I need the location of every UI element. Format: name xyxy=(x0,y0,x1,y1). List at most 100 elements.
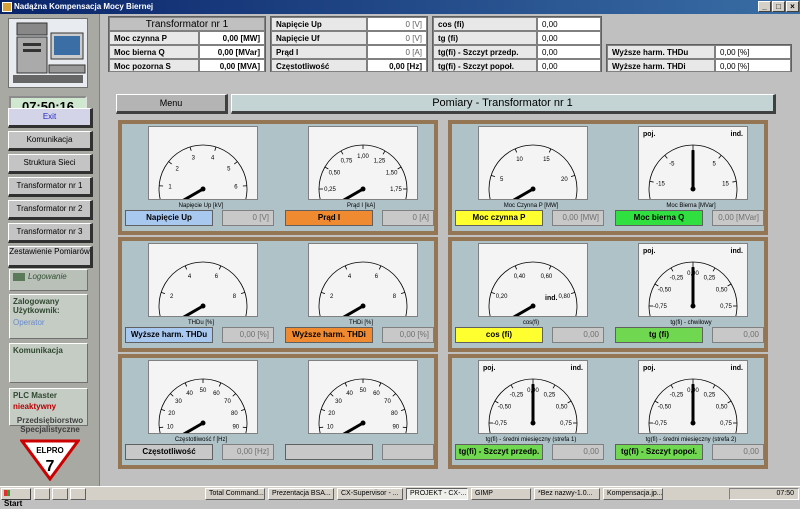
taskbar-item[interactable]: *Bez nazwy-1.0... xyxy=(534,488,600,500)
gauge-tick-label: 5 xyxy=(227,166,231,172)
gauge-tick xyxy=(321,292,325,293)
gauge-tick xyxy=(393,394,396,397)
nav-zestawienie-button[interactable]: Zestawienie Pomiarów xyxy=(8,246,93,268)
page-title: Pomiary - Transformator nr 1 xyxy=(231,94,776,114)
quicklaunch-icon[interactable] xyxy=(34,488,50,500)
gauge-caption: Napięcie Up [kV] xyxy=(123,203,279,209)
gauge-tick xyxy=(185,266,187,270)
gauge-tick-label: 40 xyxy=(346,391,353,397)
gauge-tick xyxy=(549,266,551,270)
gauge-label: cos (fi) xyxy=(455,327,543,343)
gauge-tick-label: -0,25 xyxy=(670,275,684,281)
gauge-value xyxy=(382,444,434,460)
gauge-tick xyxy=(379,266,381,270)
gauge-needle xyxy=(170,189,203,199)
gauge-tick xyxy=(161,409,165,410)
gauge-right-label: ind. xyxy=(731,131,743,138)
minimize-button[interactable]: _ xyxy=(758,1,771,12)
gauge-center-label: ind. xyxy=(545,295,557,302)
gauge-label: tg (fi) xyxy=(615,327,703,343)
gauge-caption: tg(fi) - chwilowy xyxy=(613,320,769,326)
gauge-tick-label: 0,75 xyxy=(560,421,572,427)
gauge-tick xyxy=(379,383,381,387)
gauge-needle xyxy=(170,423,203,433)
gauge-tick xyxy=(728,284,731,286)
maximize-button[interactable]: □ xyxy=(772,1,785,12)
gauge-tick xyxy=(219,383,221,387)
gauge-label: Moc bierna Q xyxy=(615,210,703,226)
gauge-tick xyxy=(383,151,385,154)
nav-struktura-button[interactable]: Struktura Sieci xyxy=(8,154,93,174)
gauge-tick-label: 15 xyxy=(543,157,550,163)
gauge-tick xyxy=(345,266,347,270)
gauge-tick-label: 0,50 xyxy=(329,171,341,177)
gauge-needle xyxy=(170,306,203,316)
gauge-tick xyxy=(495,401,498,403)
gauge-tick-label: 0,25 xyxy=(324,187,336,193)
login-button[interactable]: Logowanie xyxy=(9,269,88,291)
quicklaunch-icon[interactable] xyxy=(70,488,86,500)
gauge-tick-label: 0,25 xyxy=(704,275,716,281)
gauge-tick-label: 30 xyxy=(335,399,342,405)
gauge-hub xyxy=(201,187,206,192)
gauge-tick-label: 1 xyxy=(168,185,172,191)
svg-text:7: 7 xyxy=(46,458,55,475)
gauge-label: tg(fi) - Szczyt popoł. xyxy=(615,444,703,460)
gauge-tick xyxy=(571,175,575,176)
gauge-caption: Częstotliwość f [Hz] xyxy=(123,437,279,443)
gauge-tick-label: 0,25 xyxy=(544,392,556,398)
gauge-hub xyxy=(361,187,366,192)
gauge-tick xyxy=(170,394,173,397)
q-value: 0,00 [MVar] xyxy=(199,45,265,59)
close-button[interactable]: × xyxy=(786,1,799,12)
taskbar-item[interactable]: Total Command... xyxy=(205,488,265,500)
gauge-hub xyxy=(361,421,366,426)
gauge-tick xyxy=(234,162,237,164)
start-button[interactable]: Start xyxy=(1,488,31,500)
gauge-tick xyxy=(330,394,333,397)
gauge-tick xyxy=(549,149,551,153)
taskbar-item[interactable]: CX-Supervisor - ... xyxy=(337,488,403,500)
gauge-tick xyxy=(671,268,673,271)
gauge-left-label: poj. xyxy=(643,248,655,255)
menu-button[interactable]: Menu xyxy=(116,94,228,114)
gauge-dial: -1,00-0,75-0,50-0,250,000,250,500,751,00… xyxy=(478,360,588,434)
trafo-summary-grid: Transformator nr 1 Moc czynna P 0,00 [MW… xyxy=(108,16,266,72)
gauge-tick-label: 1,75 xyxy=(390,187,402,193)
window-title-bar: Nadążna Kompensacja Mocy Biernej _ □ × xyxy=(0,0,800,14)
gauge-label: Prąd I xyxy=(285,210,373,226)
gauge-hub xyxy=(691,187,696,192)
gauge-value: 0,00 xyxy=(552,327,604,343)
gauge-left-label: poj. xyxy=(483,365,495,372)
taskbar-item[interactable]: GIMP xyxy=(471,488,531,500)
gauge-hub xyxy=(691,304,696,309)
nav-trafo3-button[interactable]: Transformator nr 3 xyxy=(8,223,93,243)
taskbar-item-active[interactable]: PROJEKT - CX-... xyxy=(406,488,468,500)
nav-exit-button[interactable]: Exit xyxy=(8,108,93,128)
gauge-tick-label: 0,25 xyxy=(704,392,716,398)
gauge-needle xyxy=(330,306,363,316)
gauge-value: 0,00 [MW] xyxy=(552,210,604,226)
gauge-tick-label: 6 xyxy=(215,274,219,280)
nav-komunikacja-button[interactable]: Komunikacja xyxy=(8,131,93,151)
gauge-value: 0 [A] xyxy=(382,210,434,226)
gauge-tick xyxy=(515,149,517,153)
taskbar-item[interactable]: Prezentacja BSA... xyxy=(268,488,334,500)
gauge-tick xyxy=(511,385,513,388)
gauge-tick-label: 1,25 xyxy=(374,158,386,164)
quicklaunch-icon[interactable] xyxy=(52,488,68,500)
gauge-tick-label: -15 xyxy=(656,181,665,187)
gauge-hub xyxy=(691,421,696,426)
gauge-tick xyxy=(341,151,343,154)
gauge-tick xyxy=(515,266,517,270)
taskbar-item[interactable]: Kompensacja.jp... xyxy=(603,488,663,500)
windows-logo-icon xyxy=(4,490,10,496)
gauge-tick xyxy=(713,385,715,388)
gauge-left-label: poj. xyxy=(643,365,655,372)
nav-trafo2-button[interactable]: Transformator nr 2 xyxy=(8,200,93,220)
nav-trafo1-button[interactable]: Transformator nr 1 xyxy=(8,177,93,197)
gauge-tick-label: 0,20 xyxy=(496,294,508,300)
gauge-value: 0,00 xyxy=(712,327,764,343)
gauge-tick-label: 20 xyxy=(561,177,568,183)
gauge-tick xyxy=(325,167,328,169)
